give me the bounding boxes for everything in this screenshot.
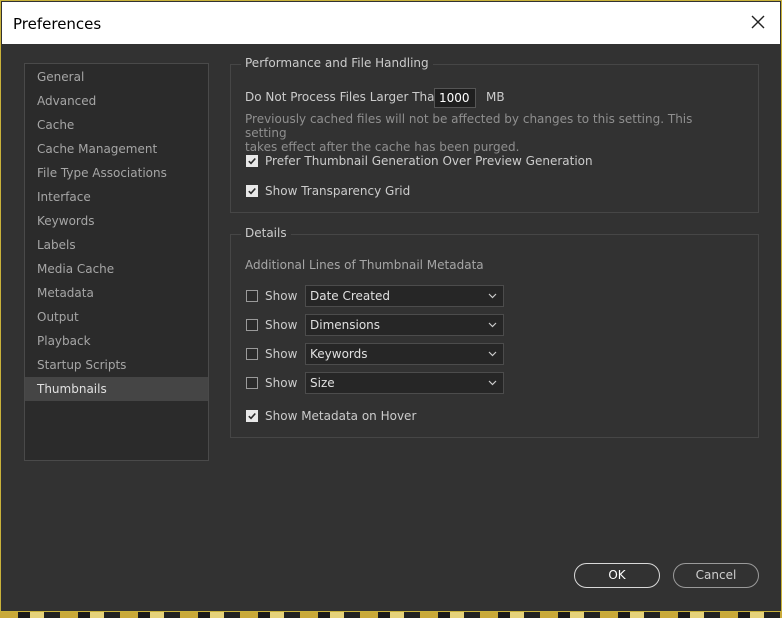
checkmark-icon: [248, 187, 256, 195]
sidebar-item-media-cache[interactable]: Media Cache: [25, 257, 208, 281]
performance-group-title: Performance and File Handling: [241, 56, 433, 70]
show-dimensions-checkbox[interactable]: [246, 319, 258, 331]
chevron-down-icon: [488, 351, 497, 357]
chevron-down-icon: [488, 380, 497, 386]
details-group: Details Additional Lines of Thumbnail Me…: [230, 226, 759, 438]
details-group-title: Details: [241, 226, 291, 240]
background-strip: [0, 612, 782, 618]
ok-button[interactable]: OK: [574, 563, 660, 588]
show-metadata-on-hover-checkbox[interactable]: [246, 410, 258, 422]
sidebar-item-playback[interactable]: Playback: [25, 329, 208, 353]
sidebar-item-interface[interactable]: Interface: [25, 185, 208, 209]
metadata-line-3-value: Keywords: [310, 347, 368, 361]
sidebar-item-startup-scripts[interactable]: Startup Scripts: [25, 353, 208, 377]
metadata-line-4-value: Size: [310, 376, 335, 390]
sidebar-item-output[interactable]: Output: [25, 305, 208, 329]
transparency-grid-label: Show Transparency Grid: [265, 184, 411, 198]
show-date-created-checkbox[interactable]: [246, 290, 258, 302]
checkmark-icon: [248, 412, 256, 420]
performance-group: Performance and File Handling Do Not Pro…: [230, 56, 759, 213]
prefer-thumbnail-checkbox[interactable]: [246, 155, 258, 167]
max-file-size-unit: MB: [486, 90, 505, 104]
show-keywords-checkbox[interactable]: [246, 348, 258, 360]
chevron-down-icon: [488, 293, 497, 299]
sidebar-item-labels[interactable]: Labels: [25, 233, 208, 257]
max-file-size-input[interactable]: 1000: [434, 88, 476, 108]
show-label: Show: [265, 347, 298, 361]
max-file-size-label: Do Not Process Files Larger Than: [245, 90, 443, 104]
cache-hint-line-1: Previously cached files will not be affe…: [245, 112, 693, 140]
metadata-lines-label: Additional Lines of Thumbnail Metadata: [245, 258, 484, 272]
show-label: Show: [265, 376, 298, 390]
close-button[interactable]: [748, 12, 768, 32]
cache-hint-line-2: takes effect after the cache has been pu…: [245, 140, 520, 154]
metadata-line-2-value: Dimensions: [310, 318, 381, 332]
show-metadata-on-hover-label: Show Metadata on Hover: [265, 409, 417, 423]
preferences-dialog: Preferences General Advanced Cache Cache…: [0, 0, 782, 612]
sidebar-item-file-type-associations[interactable]: File Type Associations: [25, 161, 208, 185]
prefer-thumbnail-label: Prefer Thumbnail Generation Over Preview…: [265, 154, 593, 168]
show-label: Show: [265, 318, 298, 332]
sidebar-item-cache-management[interactable]: Cache Management: [25, 137, 208, 161]
show-label: Show: [265, 289, 298, 303]
cache-hint-text: Previously cached files will not be affe…: [245, 112, 715, 154]
metadata-line-1-select[interactable]: Date Created: [305, 285, 504, 307]
metadata-line-4-select[interactable]: Size: [305, 372, 504, 394]
sidebar-item-metadata[interactable]: Metadata: [25, 281, 208, 305]
chevron-down-icon: [488, 322, 497, 328]
sidebar-item-keywords[interactable]: Keywords: [25, 209, 208, 233]
sidebar-item-general[interactable]: General: [25, 65, 208, 89]
metadata-line-1-value: Date Created: [310, 289, 390, 303]
show-size-checkbox[interactable]: [246, 377, 258, 389]
checkmark-icon: [248, 157, 256, 165]
dialog-title: Preferences: [13, 15, 102, 33]
sidebar-item-cache[interactable]: Cache: [25, 113, 208, 137]
sidebar-item-thumbnails[interactable]: Thumbnails: [25, 377, 208, 401]
sidebar-item-advanced[interactable]: Advanced: [25, 89, 208, 113]
transparency-grid-checkbox[interactable]: [246, 185, 258, 197]
title-bar: Preferences: [2, 2, 780, 44]
metadata-line-2-select[interactable]: Dimensions: [305, 314, 504, 336]
cancel-button[interactable]: Cancel: [673, 563, 759, 588]
close-icon: [751, 15, 765, 29]
metadata-line-3-select[interactable]: Keywords: [305, 343, 504, 365]
category-list: General Advanced Cache Cache Management …: [24, 63, 209, 461]
